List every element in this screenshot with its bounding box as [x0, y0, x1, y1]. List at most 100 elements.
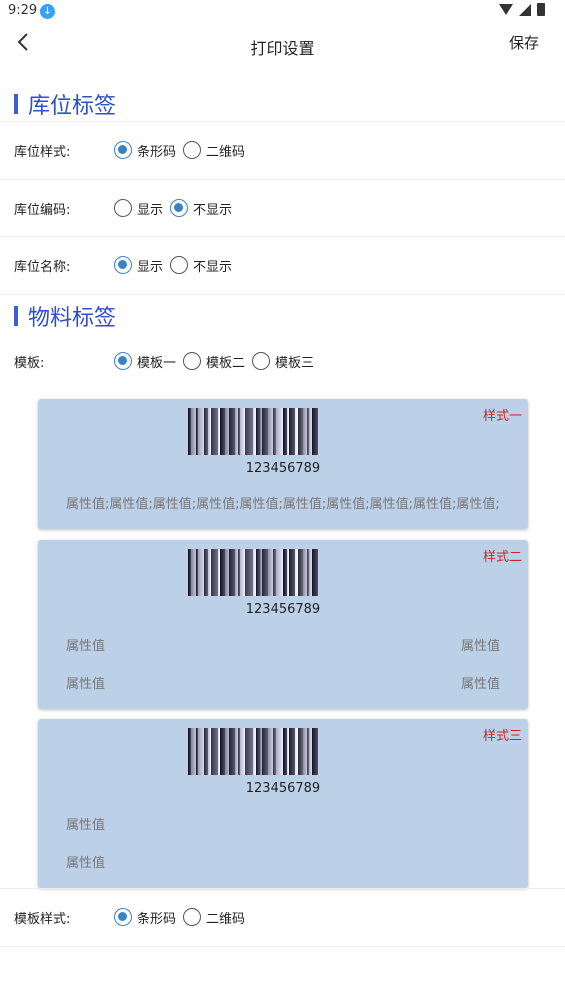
- barcode-stripe: [276, 728, 283, 775]
- radio-unchecked[interactable]: [183, 352, 202, 370]
- barcode-image: [188, 549, 377, 596]
- radio-option-template-1[interactable]: 模板一: [114, 352, 176, 371]
- radio-label: 二维码: [206, 911, 246, 927]
- radio-option-show[interactable]: 显示: [114, 256, 163, 275]
- radio-unchecked[interactable]: [170, 256, 189, 274]
- barcode-stripe: [276, 549, 283, 596]
- barcode-number: 123456789: [245, 781, 321, 796]
- attribute-value: 属性值: [66, 677, 106, 692]
- barcode-stripe: [312, 408, 318, 455]
- template-card-style-3[interactable]: 样式三 123456789 属性值 属性值: [38, 719, 528, 888]
- location-code-row: 库位编码: 显示 不显示: [0, 194, 565, 222]
- save-button[interactable]: 保存: [509, 32, 539, 53]
- radio-label: 不显示: [193, 259, 233, 275]
- barcode-stripe: [245, 408, 253, 455]
- radio-option-barcode[interactable]: 条形码: [114, 141, 176, 160]
- divider: [0, 888, 565, 889]
- app-header: 打印设置 保存: [0, 24, 565, 68]
- style-tag: 样式二: [482, 550, 522, 565]
- radio-checked[interactable]: [170, 199, 189, 217]
- radio-label: 二维码: [206, 144, 246, 160]
- download-icon: ↓: [40, 4, 55, 19]
- radio-label: 条形码: [137, 911, 177, 927]
- radio-label: 模板一: [137, 355, 177, 371]
- style-tag: 样式三: [482, 729, 522, 744]
- radio-label: 模板二: [206, 355, 246, 371]
- radio-label: 条形码: [137, 144, 177, 160]
- status-icons: [499, 3, 545, 16]
- location-style-row: 库位样式: 条形码 二维码: [0, 136, 565, 164]
- barcode-number: 123456789: [245, 461, 321, 476]
- section-accent-bar: [14, 306, 18, 326]
- radio-option-barcode[interactable]: 条形码: [114, 908, 176, 927]
- wifi-icon: [499, 4, 513, 15]
- barcode-stripe: [312, 549, 318, 596]
- template-style-row: 模板样式: 条形码 二维码: [0, 903, 565, 931]
- radio-option-qrcode[interactable]: 二维码: [183, 908, 245, 927]
- radio-label: 模板三: [275, 355, 315, 371]
- template-style-radio-group: 条形码 二维码: [114, 908, 252, 927]
- attribute-value: 属性值: [66, 639, 106, 654]
- section-title: 库位标签: [28, 94, 117, 119]
- divider: [0, 121, 565, 122]
- location-name-row: 库位名称: 显示 不显示: [0, 251, 565, 279]
- row-label: 库位样式:: [14, 144, 71, 160]
- barcode-image: [188, 728, 377, 775]
- barcode-stripe: [211, 549, 218, 596]
- template-card-style-2[interactable]: 样式二 123456789 属性值 属性值 属性值 属性值: [38, 540, 528, 709]
- barcode-stripe: [245, 549, 253, 596]
- style-tag: 样式一: [482, 409, 522, 424]
- radio-option-template-2[interactable]: 模板二: [183, 352, 245, 371]
- signal-icon: [519, 3, 531, 16]
- radio-unchecked[interactable]: [114, 199, 132, 217]
- radio-label: 显示: [137, 202, 164, 218]
- attribute-value: 属性值: [66, 856, 106, 871]
- barcode-stripe: [245, 728, 253, 775]
- radio-unchecked[interactable]: [252, 352, 271, 370]
- location-code-radio-group: 显示 不显示: [114, 199, 239, 218]
- radio-label: 不显示: [193, 202, 233, 218]
- location-style-radio-group: 条形码 二维码: [114, 141, 252, 160]
- divider: [0, 179, 565, 180]
- attribute-value: 属性值: [460, 677, 500, 692]
- attribute-value: 属性值: [66, 818, 106, 833]
- attribute-values: 属性值;属性值;属性值;属性值;属性值;属性值;属性值;属性值;属性值;属性值;: [66, 497, 500, 512]
- radio-unchecked[interactable]: [183, 141, 202, 159]
- barcode-image: [188, 408, 377, 455]
- location-name-radio-group: 显示 不显示: [114, 256, 239, 275]
- radio-checked[interactable]: [114, 352, 132, 370]
- section-accent-bar: [14, 94, 18, 114]
- location-section-header: 库位标签: [14, 88, 116, 120]
- radio-unchecked[interactable]: [183, 908, 202, 926]
- attribute-value: 属性值: [460, 639, 500, 654]
- material-section-header: 物料标签: [14, 300, 116, 332]
- status-time: 9:29: [8, 3, 38, 18]
- barcode-number: 123456789: [245, 602, 321, 617]
- status-bar: 9:29 ↓: [0, 0, 565, 24]
- radio-label: 显示: [137, 259, 164, 275]
- page-title: 打印设置: [250, 39, 315, 58]
- template-row: 模板: 模板一 模板二 模板三: [0, 347, 565, 375]
- divider: [0, 946, 565, 947]
- radio-option-hide[interactable]: 不显示: [170, 256, 232, 275]
- row-label: 模板样式:: [14, 911, 71, 927]
- section-title: 物料标签: [28, 306, 117, 331]
- row-label: 库位名称:: [14, 259, 71, 275]
- radio-option-hide[interactable]: 不显示: [170, 199, 232, 218]
- battery-icon: [537, 3, 545, 16]
- radio-checked[interactable]: [114, 256, 132, 274]
- template-card-style-1[interactable]: 样式一 123456789 属性值;属性值;属性值;属性值;属性值;属性值;属性…: [38, 399, 528, 529]
- divider: [0, 236, 565, 237]
- row-label: 库位编码:: [14, 202, 71, 218]
- template-radio-group: 模板一 模板二 模板三: [114, 352, 321, 371]
- radio-checked[interactable]: [114, 908, 132, 926]
- row-label: 模板:: [14, 355, 45, 371]
- radio-option-qrcode[interactable]: 二维码: [183, 141, 245, 160]
- barcode-stripe: [276, 408, 283, 455]
- barcode-stripe: [211, 728, 218, 775]
- barcode-stripe: [312, 728, 318, 775]
- radio-checked[interactable]: [114, 141, 132, 159]
- radio-option-template-3[interactable]: 模板三: [252, 352, 314, 371]
- divider: [0, 294, 565, 295]
- radio-option-show[interactable]: 显示: [114, 199, 163, 218]
